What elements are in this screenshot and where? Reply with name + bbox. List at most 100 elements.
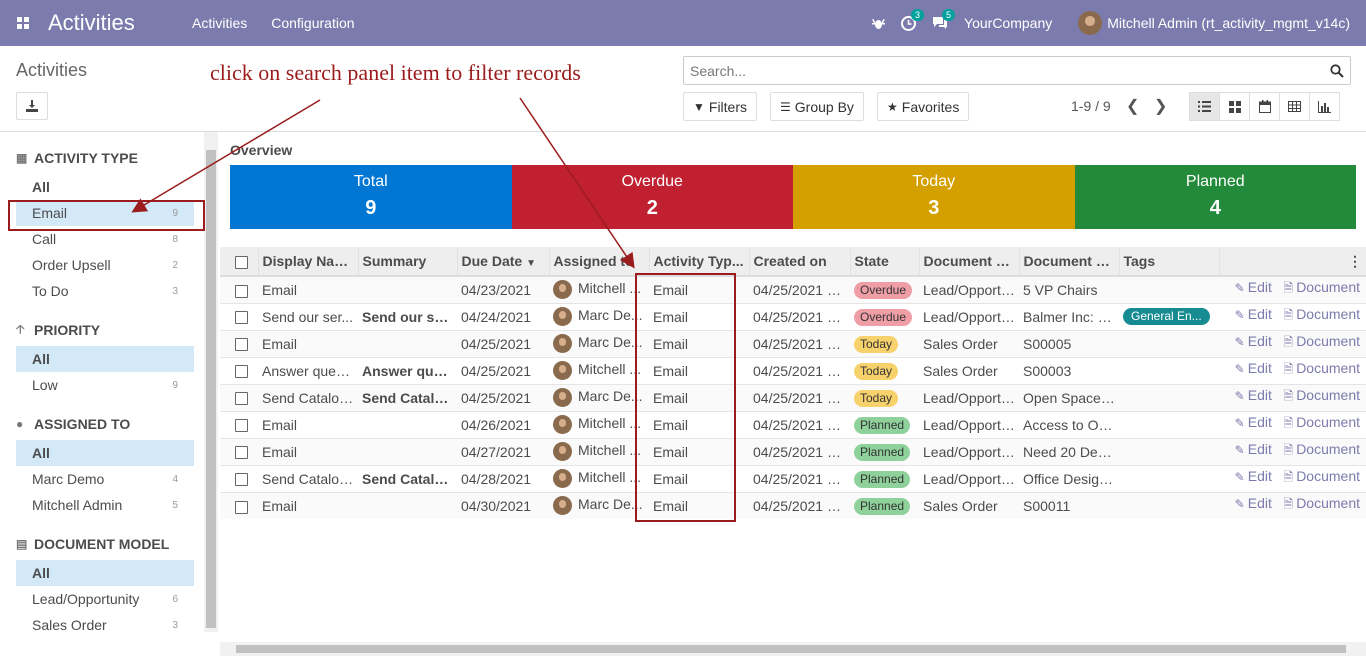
row-checkbox[interactable] bbox=[235, 311, 248, 325]
list-view-button[interactable] bbox=[1189, 92, 1220, 121]
document-link[interactable]: 🗎 Document bbox=[1284, 414, 1360, 430]
document-link[interactable]: 🗎 Document bbox=[1284, 441, 1360, 457]
row-checkbox[interactable] bbox=[235, 473, 248, 487]
priority-low[interactable]: Low 9 bbox=[16, 372, 194, 398]
row-checkbox[interactable] bbox=[235, 365, 248, 379]
row-checkbox[interactable] bbox=[235, 419, 248, 433]
horizontal-scrollbar[interactable] bbox=[220, 642, 1366, 656]
pivot-view-button[interactable] bbox=[1279, 92, 1310, 121]
col-assigned-to[interactable]: Assigned to bbox=[548, 247, 649, 277]
filters-button[interactable]: ▼ Filters bbox=[683, 92, 758, 121]
company-switcher[interactable]: YourCompany bbox=[964, 15, 1052, 31]
cell-tags bbox=[1119, 356, 1219, 384]
cell-document-name: Access to On... bbox=[1019, 410, 1119, 438]
debug-bug-icon[interactable] bbox=[872, 17, 886, 30]
edit-link[interactable]: ✎ Edit bbox=[1235, 360, 1272, 376]
user-menu[interactable]: Mitchell Admin (rt_activity_mgmt_v14c) bbox=[1078, 11, 1350, 35]
row-checkbox[interactable] bbox=[235, 446, 248, 460]
edit-link[interactable]: ✎ Edit bbox=[1235, 441, 1272, 457]
edit-link[interactable]: ✎ Edit bbox=[1235, 495, 1272, 511]
row-checkbox[interactable] bbox=[235, 392, 248, 406]
kanban-view-button[interactable] bbox=[1219, 92, 1250, 121]
state-badge: Today bbox=[854, 335, 899, 353]
section-document-model: ▤ DOCUMENT MODEL bbox=[16, 534, 204, 554]
arrow-up-icon: 🡡 bbox=[16, 321, 25, 336]
col-state[interactable]: State bbox=[849, 247, 919, 277]
col-created-on[interactable]: Created on bbox=[748, 247, 850, 277]
document-link[interactable]: 🗎 Document bbox=[1284, 360, 1360, 376]
optional-columns-icon[interactable]: ⋮ bbox=[1218, 247, 1366, 277]
tile-planned[interactable]: Planned 4 bbox=[1074, 165, 1356, 229]
table-row[interactable]: Send Catalog... Send Catalo... 04/25/2021 M… bbox=[220, 383, 1366, 411]
favorites-button[interactable]: ★ Favorites bbox=[877, 92, 970, 121]
table-row[interactable]: Answer quest... Answer que... 04/25/2021 Mi… bbox=[220, 356, 1366, 384]
activity-type-todo[interactable]: To Do 3 bbox=[16, 278, 194, 304]
pager-value[interactable]: 1-9 / 9 bbox=[1071, 98, 1111, 114]
row-checkbox[interactable] bbox=[235, 338, 248, 352]
document-link[interactable]: 🗎 Document bbox=[1284, 279, 1360, 295]
edit-link[interactable]: ✎ Edit bbox=[1235, 279, 1272, 295]
cell-display-name: Email bbox=[258, 437, 358, 465]
row-checkbox[interactable] bbox=[235, 284, 248, 298]
cell-display-name: Send Catalog... bbox=[258, 464, 358, 492]
col-document-model[interactable]: Document M... bbox=[918, 247, 1019, 277]
table-row[interactable]: Email 04/26/2021 Mitchell ... Email 04/25/20… bbox=[220, 410, 1366, 438]
edit-link[interactable]: ✎ Edit bbox=[1235, 333, 1272, 349]
table-row[interactable]: Email 04/30/2021 Marc De... Email 04/25/2021… bbox=[220, 491, 1366, 519]
graph-view-button[interactable] bbox=[1309, 92, 1340, 121]
tile-overdue[interactable]: Overdue 2 bbox=[511, 165, 793, 229]
tile-total[interactable]: Total 9 bbox=[230, 165, 512, 229]
filters-label: Filters bbox=[708, 98, 748, 115]
edit-link[interactable]: ✎ Edit bbox=[1235, 414, 1272, 430]
col-activity-type[interactable]: Activity Typ... bbox=[648, 247, 749, 277]
document-model-sales-order[interactable]: Sales Order 3 bbox=[16, 612, 194, 638]
cell-assigned-to: Marc De... bbox=[549, 302, 649, 330]
assigned-marc-demo[interactable]: Marc Demo 4 bbox=[16, 466, 194, 492]
pager-previous-icon[interactable]: ❮ bbox=[1126, 96, 1139, 116]
assigned-mitchell-admin[interactable]: Mitchell Admin 5 bbox=[16, 492, 194, 518]
col-due-date[interactable]: Due Date ▼ bbox=[456, 247, 549, 277]
edit-link[interactable]: ✎ Edit bbox=[1235, 306, 1272, 322]
messages-chat-icon[interactable]: 5 bbox=[932, 9, 956, 30]
app-title[interactable]: Activities bbox=[48, 10, 192, 36]
col-summary[interactable]: Summary bbox=[357, 247, 457, 277]
menu-activities[interactable]: Activities bbox=[192, 15, 247, 31]
bar-chart-icon bbox=[1318, 100, 1331, 113]
table-row[interactable]: Send our ser... Send our ser... 04/24/2021… bbox=[220, 302, 1366, 330]
table-row[interactable]: Email 04/25/2021 Marc De... Email 04/25/2021… bbox=[220, 329, 1366, 357]
col-display-name[interactable]: Display Name bbox=[257, 247, 358, 277]
row-checkbox[interactable] bbox=[235, 500, 248, 514]
group-by-button[interactable]: ☰ Group By bbox=[770, 92, 864, 121]
cell-document-model: Lead/Opportu... bbox=[919, 302, 1019, 330]
activity-type-all[interactable]: All bbox=[16, 174, 194, 200]
table-row[interactable]: Send Catalog... Send Catalo... 04/28/2021 M… bbox=[220, 464, 1366, 492]
document-model-lead[interactable]: Lead/Opportunity 6 bbox=[16, 586, 194, 612]
priority-all[interactable]: All bbox=[16, 346, 194, 372]
select-all-checkbox[interactable] bbox=[235, 255, 248, 269]
calendar-view-button[interactable] bbox=[1249, 92, 1280, 121]
edit-link[interactable]: ✎ Edit bbox=[1235, 468, 1272, 484]
pager-next-icon[interactable]: ❯ bbox=[1154, 96, 1167, 116]
assigned-all[interactable]: All bbox=[16, 440, 194, 466]
col-tags[interactable]: Tags bbox=[1118, 247, 1219, 277]
document-link[interactable]: 🗎 Document bbox=[1284, 495, 1360, 511]
side-panel-scrollbar[interactable] bbox=[204, 132, 218, 632]
table-row[interactable]: Email 04/27/2021 Mitchell ... Email 04/25/20… bbox=[220, 437, 1366, 465]
activity-type-order-upsell[interactable]: Order Upsell 2 bbox=[16, 252, 194, 278]
document-model-all[interactable]: All bbox=[16, 560, 194, 586]
tile-today[interactable]: Today 3 bbox=[793, 165, 1075, 229]
activity-clock-icon[interactable]: 3 bbox=[901, 8, 925, 31]
document-link[interactable]: 🗎 Document bbox=[1284, 306, 1360, 322]
document-link[interactable]: 🗎 Document bbox=[1284, 468, 1360, 484]
cell-tags bbox=[1119, 437, 1219, 465]
document-link[interactable]: 🗎 Document bbox=[1284, 387, 1360, 403]
download-button[interactable] bbox=[16, 92, 48, 120]
menu-configuration[interactable]: Configuration bbox=[271, 15, 354, 31]
edit-link[interactable]: ✎ Edit bbox=[1235, 387, 1272, 403]
table-row[interactable]: Email 04/23/2021 Mitchell ... Email 04/25/20… bbox=[220, 275, 1366, 303]
document-link[interactable]: 🗎 Document bbox=[1284, 333, 1360, 349]
col-document-name[interactable]: Document N... bbox=[1018, 247, 1119, 277]
search-icon[interactable] bbox=[1330, 63, 1344, 78]
apps-menu-icon[interactable] bbox=[0, 0, 46, 46]
search-input[interactable] bbox=[690, 62, 1330, 79]
